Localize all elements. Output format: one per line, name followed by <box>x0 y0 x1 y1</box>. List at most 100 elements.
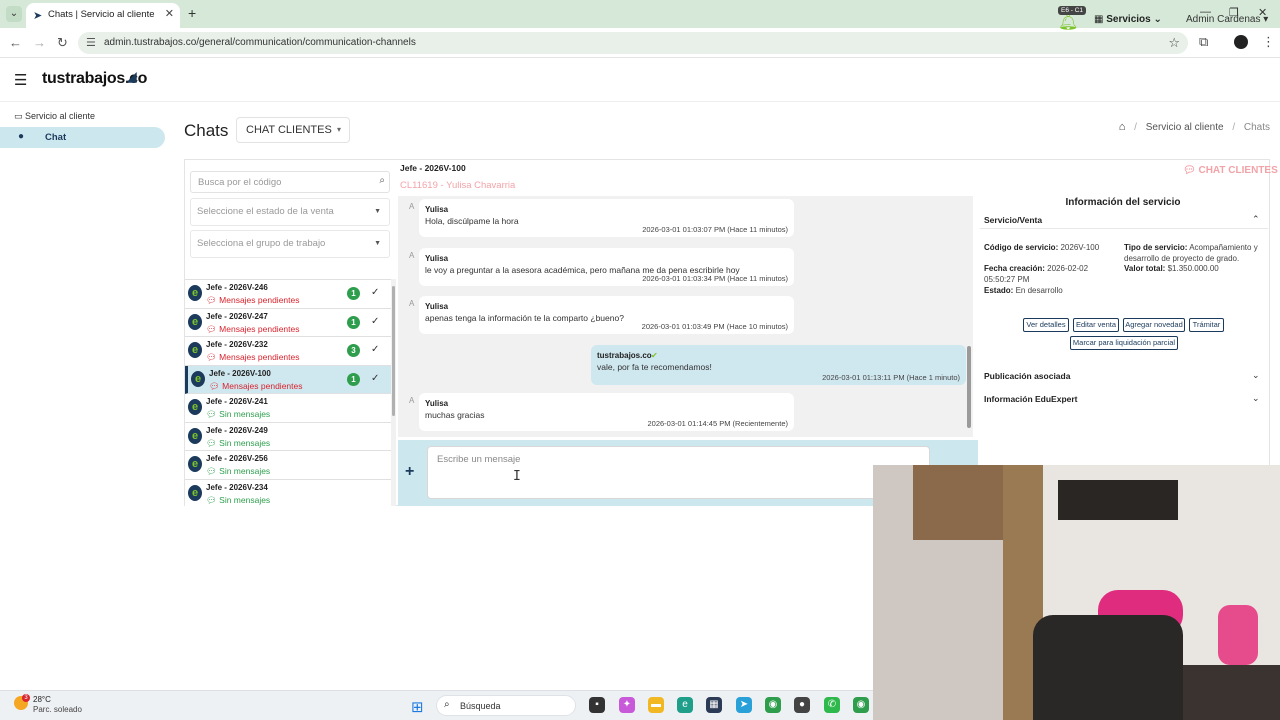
services-menu[interactable]: ▦ Servicios ⌄ <box>1094 14 1162 25</box>
chat-list-item[interactable]: e Jefe - 2026V-232 💬︎ Mensajes pendiente… <box>185 337 391 366</box>
select-caret-icon: ▼ <box>374 240 381 247</box>
edit-sale-button[interactable]: Editar venta <box>1073 318 1119 332</box>
message-text: muchas gracias <box>425 410 485 420</box>
chat-title: Jefe - 2026V-234 <box>206 482 268 492</box>
message-input[interactable]: Escribe un mensaje <box>427 446 930 499</box>
chat-list-scroll-thumb[interactable] <box>392 286 395 416</box>
chat-title: Jefe - 2026V-249 <box>206 425 268 435</box>
service-section-header[interactable]: Servicio/Venta <box>984 215 1042 225</box>
tab-list-chevron-icon[interactable]: ⌄ <box>6 6 22 22</box>
chrome-profile-icon[interactable]: ◉ <box>853 697 869 713</box>
chat-list-item[interactable]: e Jefe - 2026V-234 💬︎ Sin mensajes <box>185 479 391 506</box>
taskbar-search[interactable]: ⌕ Búsqueda <box>436 695 576 716</box>
chat-status: 💬︎ Sin mensajes <box>206 494 271 505</box>
work-group-select[interactable]: Selecciona el grupo de trabajo ▼ <box>190 230 390 258</box>
chat-title: Jefe - 2026V-241 <box>206 397 268 406</box>
sale-status-select[interactable]: Seleccione el estado de la venta ▼ <box>190 198 390 226</box>
task-view-icon[interactable]: ▪ <box>589 697 605 713</box>
menu-toggle-icon[interactable]: ☰ <box>14 71 27 89</box>
check-icon[interactable]: ✓ <box>371 287 379 298</box>
message-time: 2026-03-01 01:03:49 PM (Hace 10 minutos) <box>641 322 788 331</box>
notification-bell-icon[interactable]: 🔔︎ <box>1058 12 1078 32</box>
new-tab-icon[interactable]: + <box>188 5 196 21</box>
message-sender: Yulisa <box>425 399 449 408</box>
chat-title: Jefe - 2026V-246 <box>206 283 268 292</box>
search-placeholder: Busca por el código <box>198 177 282 188</box>
view-details-button[interactable]: Ver detalles <box>1023 318 1069 332</box>
chat-list-item[interactable]: e Jefe - 2026V-241 💬︎ Sin mensajes <box>185 394 391 423</box>
browser-menu-icon[interactable]: ⋮ <box>1262 34 1275 50</box>
edge-icon[interactable]: e <box>677 697 693 713</box>
eduexpert-section-header[interactable]: Información EduExpert <box>984 394 1078 404</box>
tab-title: Chats | Servicio al cliente <box>48 9 155 20</box>
user-name: Admin Cardenas <box>1186 14 1261 25</box>
reload-icon[interactable]: ↻ <box>57 35 68 51</box>
message-time: 2026-03-01 01:14:45 PM (Recientemente) <box>647 419 788 428</box>
search-icon: ⌕ <box>444 699 450 710</box>
url-field[interactable]: ☰ admin.tustrabajos.co/general/communica… <box>78 32 1188 54</box>
chat-title: Jefe - 2026V-247 <box>206 311 268 321</box>
user-menu[interactable]: Admin Cardenas ▾ <box>1186 14 1268 25</box>
chrome-icon[interactable]: ◉ <box>765 697 781 713</box>
message-bubble-outgoing: tustrabajos.co ✔ vale, por fa te recomen… <box>591 345 966 385</box>
chat-list-item[interactable]: e Jefe - 2026V-246 💬︎ Mensajes pendiente… <box>185 280 391 309</box>
service-type: Tipo de servicio: Acompañamiento y desar… <box>1124 243 1258 263</box>
chat-status: 💬︎ Sin mensajes <box>206 409 271 419</box>
published-section-header[interactable]: Publicación asociada <box>984 371 1070 381</box>
copilot-icon[interactable]: ✦ <box>619 697 635 713</box>
whatsapp-icon[interactable]: ✆ <box>824 697 840 713</box>
bookmark-star-icon[interactable]: ☆ <box>1168 35 1180 51</box>
chevron-down-icon[interactable]: ⌄ <box>1252 370 1260 381</box>
check-icon[interactable]: ✓ <box>371 344 379 355</box>
browser-tab[interactable]: ➤ Chats | Servicio al cliente ✕ <box>26 3 180 28</box>
process-button[interactable]: Trámitar <box>1189 318 1224 332</box>
channel-select[interactable]: CHAT CLIENTES ▾ <box>236 117 350 143</box>
check-icon[interactable]: ✓ <box>371 373 379 384</box>
client-logo-icon: e <box>188 285 202 301</box>
chat-list-item[interactable]: e Jefe - 2026V-256 💬︎ Sin mensajes <box>185 451 391 480</box>
chat-list-item[interactable]: e Jefe - 2026V-247 💬︎ Mensajes pendiente… <box>185 308 391 337</box>
breadcrumb-item[interactable]: Servicio al cliente <box>1146 122 1224 133</box>
chat-list-item-active[interactable]: e Jefe - 2026V-100 💬︎ Mensajes pendiente… <box>185 365 391 394</box>
file-explorer-icon[interactable]: ▬ <box>648 697 664 713</box>
site-info-icon[interactable]: ☰ <box>86 36 96 49</box>
attach-plus-icon[interactable]: + <box>405 463 414 481</box>
conversation-client[interactable]: CL11619 - Yulisa Chavarria <box>400 180 515 191</box>
telegram-icon[interactable]: ➤ <box>736 697 752 713</box>
chevron-up-icon[interactable]: ⌃ <box>1252 214 1260 225</box>
sender-avatar: A <box>409 202 415 211</box>
chat-list-item[interactable]: e Jefe - 2026V-249 💬︎ Sin mensajes <box>185 422 391 451</box>
address-bar-row: ← → ↻ ☰ admin.tustrabajos.co/general/com… <box>0 28 1280 58</box>
sidebar-item-chat[interactable]: ● Chat <box>0 127 165 148</box>
service-status: Estado: En desarrollo <box>984 286 1063 295</box>
service-code: Código de servicio: 2026V-100 <box>984 243 1100 252</box>
sender-avatar: A <box>409 299 415 308</box>
forward-icon[interactable]: → <box>33 35 46 50</box>
search-icon[interactable]: ⌕ <box>379 175 385 186</box>
weather-temp[interactable]: 28°C <box>33 695 51 704</box>
unread-count-badge: 3 <box>347 344 360 357</box>
profile-avatar[interactable] <box>1234 35 1248 49</box>
app-icon[interactable]: ● <box>794 697 810 713</box>
extensions-icon[interactable]: ⧉ <box>1199 34 1208 50</box>
chat-list: e Jefe - 2026V-246 💬︎ Mensajes pendiente… <box>185 279 391 506</box>
url-text: admin.tustrabajos.co/general/communicati… <box>104 37 416 48</box>
chat-status: 💬︎ Mensajes pendientes <box>209 380 303 391</box>
weather-desc[interactable]: Parc. soleado <box>33 705 82 714</box>
message-bubble-incoming: Yulisa apenas tenga la información te la… <box>419 296 794 334</box>
windows-start-icon[interactable]: ⊞ <box>411 698 424 716</box>
store-icon[interactable]: ▦ <box>706 697 722 713</box>
add-note-button[interactable]: Agregar novedad <box>1123 318 1185 332</box>
search-input[interactable]: Busca por el código ⌕ <box>190 171 390 193</box>
select-caret-icon: ▼ <box>374 208 381 215</box>
page-title: Chats <box>184 121 229 140</box>
mark-partial-settlement-button[interactable]: Marcar para liquidación parcial <box>1070 336 1178 350</box>
chevron-down-icon[interactable]: ⌄ <box>1252 393 1260 404</box>
back-icon[interactable]: ← <box>9 35 22 50</box>
message-thread-scroll-thumb[interactable] <box>967 346 971 428</box>
delivered-check-icon: ✔ <box>651 351 658 360</box>
check-icon[interactable]: ✓ <box>371 316 379 327</box>
home-icon[interactable]: ⌂ <box>1119 121 1126 133</box>
message-text: apenas tenga la información te la compar… <box>425 313 624 323</box>
close-tab-icon[interactable]: ✕ <box>165 7 174 20</box>
